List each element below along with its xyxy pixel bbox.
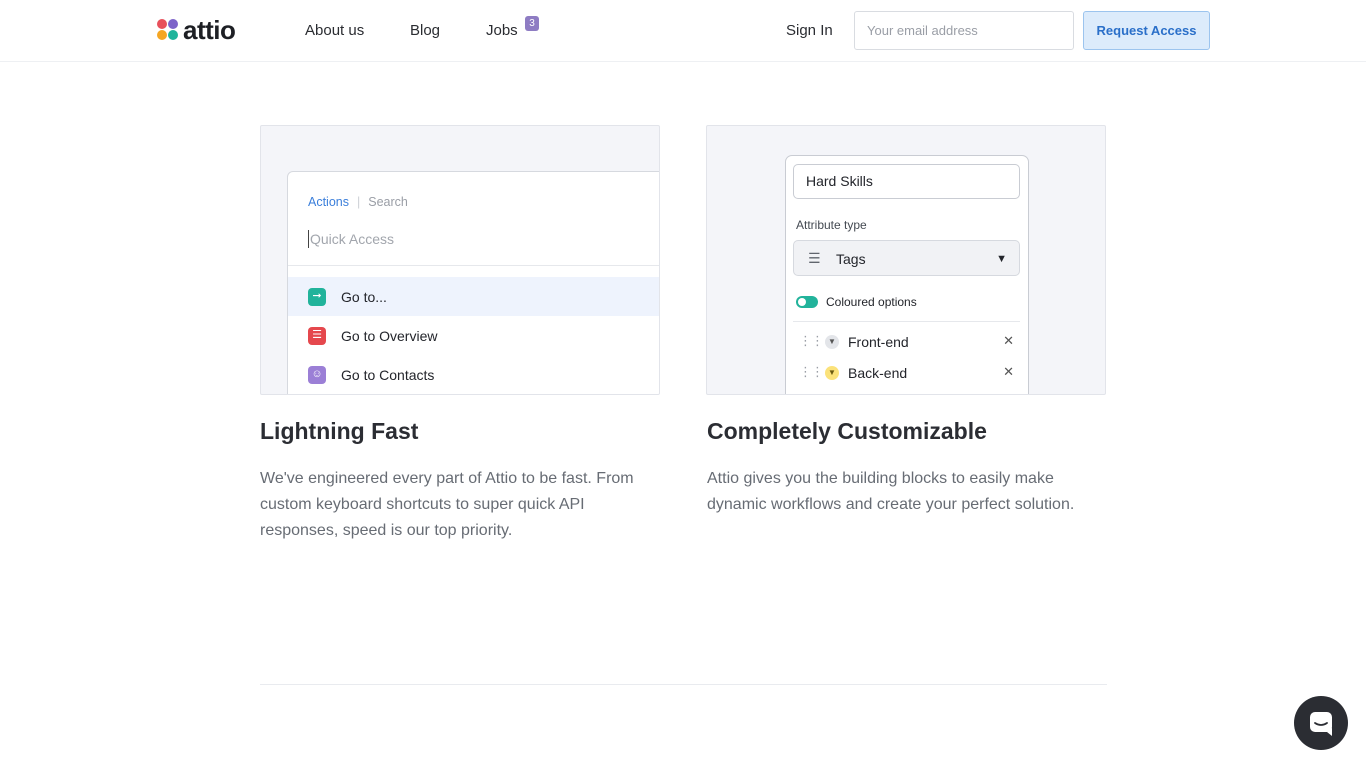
palette-item-label: Go to Overview (341, 327, 438, 344)
palette-query-field: Quick Access (308, 230, 395, 248)
attio-logo[interactable]: attio (157, 15, 236, 45)
palette-tab-separator: | (357, 195, 361, 209)
option-name: Front-end (848, 334, 909, 350)
feature-title-lightning-fast: Lightning Fast (260, 418, 419, 444)
palette-tab-actions: Actions (308, 195, 349, 209)
chevron-down-icon: ▼ (825, 366, 839, 380)
attribute-type-label: Attribute type (796, 218, 867, 232)
palette-item-goto: ➞ Go to... (288, 277, 659, 316)
email-input[interactable] (854, 11, 1074, 50)
site-header: attio About us Blog Jobs 3 Sign In Reque… (0, 0, 1366, 62)
command-palette-mock: Actions | Search Quick Access ➞ Go to...… (287, 171, 659, 394)
palette-item-contacts: ☺ Go to Contacts (288, 355, 659, 394)
close-icon: ✕ (1003, 333, 1014, 348)
coloured-options-label: Coloured options (826, 295, 917, 309)
chevron-down-icon: ▼ (825, 335, 839, 349)
feature-title-customizable: Completely Customizable (707, 418, 987, 444)
option-name: Back-end (848, 365, 908, 381)
palette-item-label: Go to Contacts (341, 366, 435, 383)
attribute-type-value: Tags (836, 251, 866, 267)
palette-tab-search: Search (368, 195, 408, 209)
person-icon: ☺ (308, 365, 326, 384)
nav-blog[interactable]: Blog (410, 21, 440, 41)
option-row-back-end: ⋮⋮ ▼ Back-end ✕ (793, 362, 1020, 386)
tags-icon: ☰ (808, 250, 821, 266)
section-divider (260, 684, 1107, 685)
nav-jobs[interactable]: Jobs (486, 21, 518, 41)
coloured-options-toggle (796, 296, 818, 308)
request-access-button[interactable]: Request Access (1083, 11, 1210, 50)
customizable-illustration: Hard Skills Attribute type ☰ Tags ▼ Colo… (706, 125, 1106, 395)
palette-item-label: Go to... (341, 288, 387, 305)
close-icon: ✕ (1003, 364, 1014, 379)
nav-about-us[interactable]: About us (305, 21, 364, 41)
attribute-type-select: ☰ Tags ▼ (793, 240, 1020, 276)
palette-item-overview: ☰ Go to Overview (288, 316, 659, 355)
chat-icon (1310, 712, 1332, 736)
options-divider (793, 321, 1020, 322)
jobs-count-badge: 3 (525, 16, 539, 31)
logo-mark-icon (157, 19, 179, 41)
arrow-right-icon: ➞ (308, 287, 326, 306)
option-row-front-end: ⋮⋮ ▼ Front-end ✕ (793, 331, 1020, 355)
palette-divider (288, 265, 659, 266)
lightning-fast-illustration: Actions | Search Quick Access ➞ Go to...… (260, 125, 660, 395)
attribute-name-field: Hard Skills (793, 164, 1020, 199)
chevron-down-icon: ▼ (996, 253, 1007, 265)
palette-tabs: Actions | Search (308, 194, 408, 210)
drag-handle-icon: ⋮⋮ (799, 364, 824, 379)
chat-launcher-button[interactable] (1294, 696, 1348, 750)
sign-in-link[interactable]: Sign In (786, 21, 833, 41)
feature-description-customizable: Attio gives you the building blocks to e… (707, 470, 1075, 513)
feature-description-lightning-fast: We've engineered every part of Attio to … (260, 470, 634, 539)
logo-text: attio (183, 15, 236, 45)
list-icon: ☰ (308, 326, 326, 345)
attribute-editor-mock: Hard Skills Attribute type ☰ Tags ▼ Colo… (785, 155, 1029, 394)
drag-handle-icon: ⋮⋮ (799, 333, 824, 348)
